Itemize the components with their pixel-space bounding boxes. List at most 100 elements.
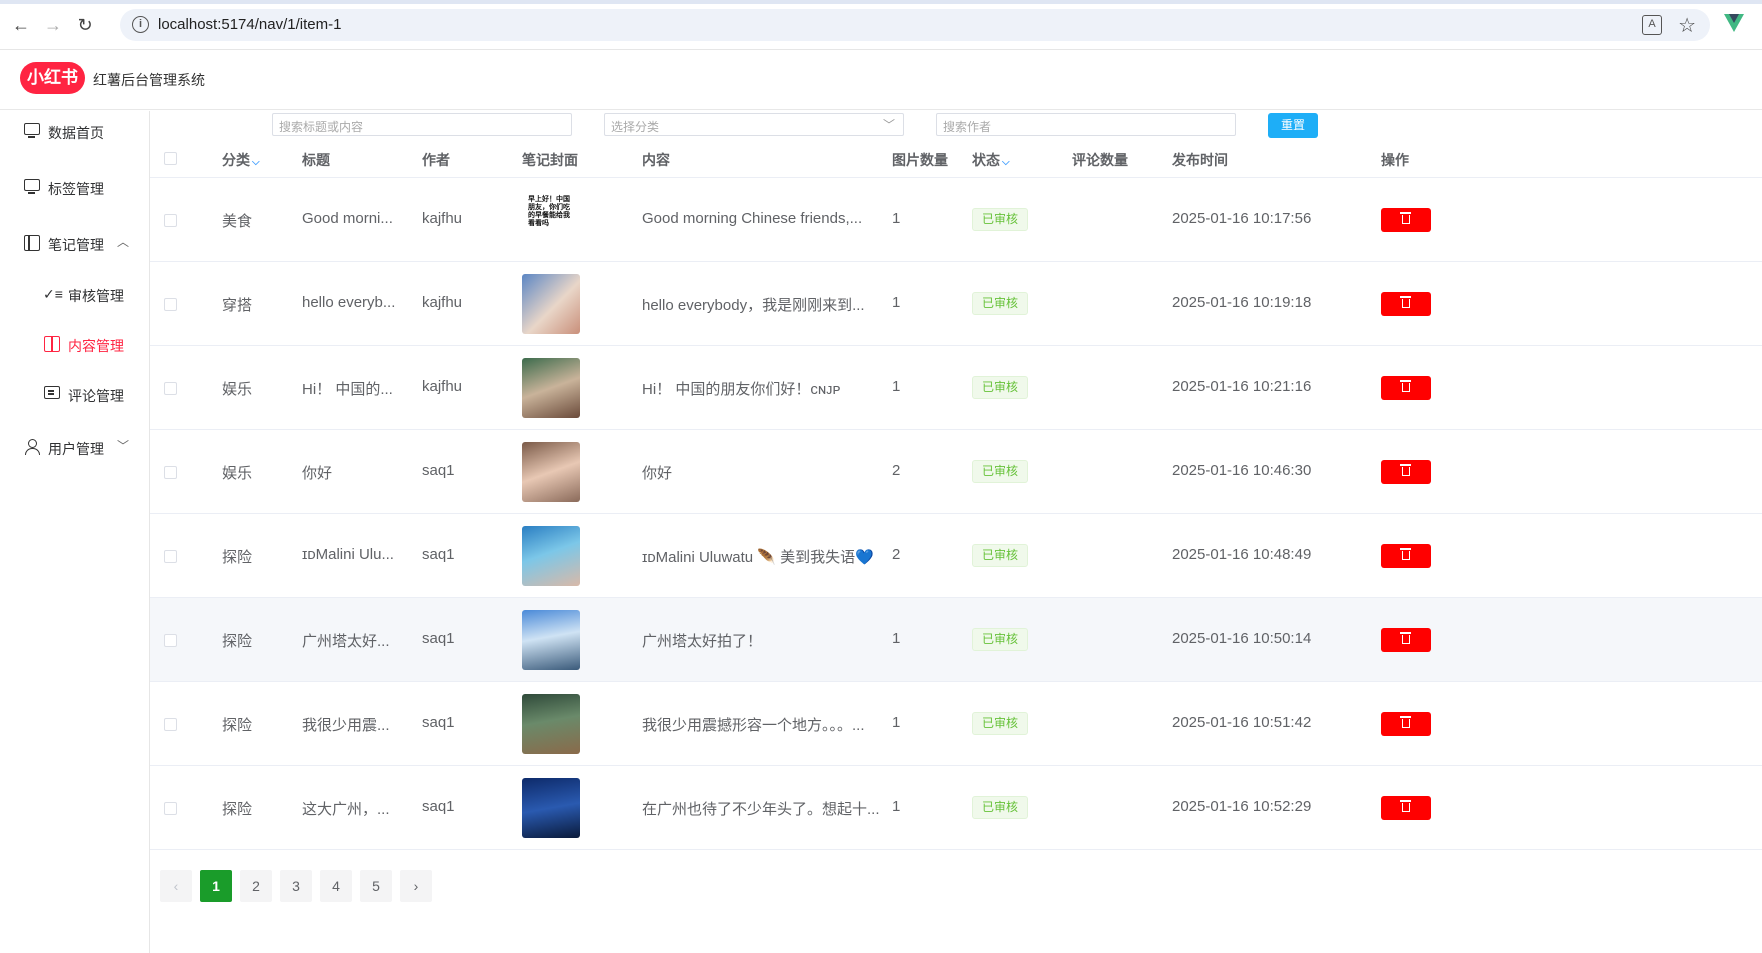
table-row[interactable]: 探险 这大广州，... saq1 在广州也待了不少年头了。想起十... 1 已审核 2025… xyxy=(150,766,1762,850)
table-row[interactable]: 娱乐 Hi！ 中国的... kajfhu Hi！ 中国的朋友你们好！ᴄɴᴊᴘ 1 已审核 2… xyxy=(150,346,1762,430)
note-cover-image[interactable] xyxy=(522,778,580,838)
row-checkbox[interactable] xyxy=(164,466,177,479)
status-badge: 已审核 xyxy=(972,376,1029,399)
category-select[interactable]: 选择分类 ﹀ xyxy=(604,113,904,136)
url-text[interactable]: localhost:5174/nav/1/item-1 xyxy=(158,16,341,33)
sidebar-item-label: 标签管理 xyxy=(48,181,104,197)
content-cell: 广州塔太好拍了！ xyxy=(642,633,763,650)
next-page-button[interactable]: › xyxy=(400,870,432,902)
status-badge: 已审核 xyxy=(972,544,1029,567)
category-cell: 探险 xyxy=(222,717,253,734)
trash-icon xyxy=(1400,800,1411,812)
row-checkbox[interactable] xyxy=(164,382,177,395)
sidebar-item-users[interactable]: 用户管理 ﹀ xyxy=(0,427,149,467)
prev-page-button[interactable]: ‹ xyxy=(160,870,192,902)
filter-chevron-icon[interactable]: ⌵ xyxy=(1002,157,1010,168)
sidebar-item-label: 审核管理 xyxy=(68,288,124,304)
note-cover-image[interactable] xyxy=(522,442,580,502)
row-checkbox[interactable] xyxy=(164,550,177,563)
note-cover-image[interactable] xyxy=(522,358,580,418)
delete-button[interactable] xyxy=(1381,208,1431,232)
column-header-category[interactable]: 分类 ⌵ xyxy=(222,150,260,170)
note-cover-image[interactable] xyxy=(522,526,580,586)
author-search-input[interactable]: 搜索作者 xyxy=(936,113,1236,136)
category-cell: 探险 xyxy=(222,549,253,566)
sidebar-item-review[interactable]: ✓≡ 审核管理 xyxy=(0,274,149,314)
table-row[interactable]: 娱乐 你好 saq1 你好 2 已审核 2025-01-16 10:46:30 xyxy=(150,430,1762,514)
column-header-status[interactable]: 状态 ⌵ xyxy=(972,150,1010,170)
reset-button[interactable]: 重置 xyxy=(1268,113,1318,138)
page-button[interactable]: 2 xyxy=(240,870,272,902)
delete-button[interactable] xyxy=(1381,292,1431,316)
select-all-checkbox[interactable] xyxy=(164,152,177,165)
reload-icon[interactable]: ↻ xyxy=(74,14,96,36)
filter-chevron-icon[interactable]: ⌵ xyxy=(252,157,260,168)
sidebar-item-content[interactable]: 内容管理 xyxy=(0,324,149,364)
address-bar[interactable]: i localhost:5174/nav/1/item-1 A ☆ xyxy=(120,9,1710,41)
monitor-icon xyxy=(24,123,40,138)
row-checkbox[interactable] xyxy=(164,718,177,731)
table-row[interactable]: 穿搭 hello everyb... kajfhu hello everybody，我… xyxy=(150,262,1762,346)
publish-time-cell: 2025-01-16 10:17:56 xyxy=(1172,210,1312,227)
browser-tab-strip xyxy=(0,0,1762,4)
title-cell: 这大广州，... xyxy=(302,801,390,818)
table-row[interactable]: 探险 ɪᴅMalini Ulu... saq1 ɪᴅMalini Uluwatu 🪶 … xyxy=(150,514,1762,598)
author-cell: kajfhu xyxy=(422,294,463,311)
delete-button[interactable] xyxy=(1381,376,1431,400)
bookmark-star-icon[interactable]: ☆ xyxy=(1678,13,1696,38)
table-row[interactable]: 探险 我很少用震... saq1 我很少用震撼形容一个地方。。。... 1 已审核 2025… xyxy=(150,682,1762,766)
sidebar-item-label: 笔记管理 xyxy=(48,237,104,253)
note-cover-image[interactable] xyxy=(522,274,580,334)
table-row[interactable]: 美食 Good morni... kajfhu 早上好！中国朋友，你们吃的早餐能给我看… xyxy=(150,178,1762,262)
sidebar-item-notes[interactable]: 笔记管理 ︿ xyxy=(0,223,149,263)
row-checkbox[interactable] xyxy=(164,298,177,311)
author-cell: kajfhu xyxy=(422,210,463,227)
forward-icon[interactable]: → xyxy=(42,14,64,36)
app-header: 小红书 红薯后台管理系统 xyxy=(0,50,1762,110)
note-cover-image[interactable] xyxy=(522,610,580,670)
image-count-cell: 1 xyxy=(892,798,901,815)
table-header: 分类 ⌵ 标题 作者 笔记封面 内容 图片数量 状态 ⌵ 评论数量 发布时间 操作 xyxy=(150,140,1762,178)
page-button[interactable]: 4 xyxy=(320,870,352,902)
page-button[interactable]: 5 xyxy=(360,870,392,902)
search-input[interactable]: 搜索标题或内容 xyxy=(272,113,572,136)
author-cell: kajfhu xyxy=(422,378,463,395)
author-cell: saq1 xyxy=(422,714,455,731)
row-checkbox[interactable] xyxy=(164,214,177,227)
sidebar-item-label: 用户管理 xyxy=(48,441,104,457)
category-select-placeholder: 选择分类 xyxy=(611,120,660,134)
vue-devtools-icon[interactable] xyxy=(1724,14,1744,32)
title-cell: Good morni... xyxy=(302,210,393,227)
trash-icon xyxy=(1400,296,1411,308)
note-cover-image[interactable] xyxy=(522,694,580,754)
author-cell: saq1 xyxy=(422,630,455,647)
note-cover-image[interactable]: 早上好！中国朋友，你们吃的早餐能给我看看吗 xyxy=(522,190,580,250)
site-info-icon[interactable]: i xyxy=(132,16,149,33)
column-header-publish-time: 发布时间 xyxy=(1172,152,1228,168)
sidebar-item-dashboard[interactable]: 数据首页 xyxy=(0,111,149,151)
row-checkbox[interactable] xyxy=(164,802,177,815)
page-button[interactable]: 3 xyxy=(280,870,312,902)
table-body: 美食 Good morni... kajfhu 早上好！中国朋友，你们吃的早餐能给我看… xyxy=(150,178,1762,850)
row-checkbox[interactable] xyxy=(164,634,177,647)
trash-icon xyxy=(1400,548,1411,560)
status-badge: 已审核 xyxy=(972,460,1029,483)
translate-icon[interactable]: A xyxy=(1642,15,1662,35)
title-cell: 广州塔太好... xyxy=(302,633,390,650)
category-cell: 美食 xyxy=(222,213,253,230)
delete-button[interactable] xyxy=(1381,712,1431,736)
status-badge: 已审核 xyxy=(972,208,1029,231)
sidebar-item-comments[interactable]: 评论管理 xyxy=(0,374,149,414)
delete-button[interactable] xyxy=(1381,460,1431,484)
back-icon[interactable]: ← xyxy=(10,14,32,36)
table-row[interactable]: 探险 广州塔太好... saq1 广州塔太好拍了！ 1 已审核 2025-01-16 10:… xyxy=(150,598,1762,682)
content-cell: 你好 xyxy=(642,465,673,482)
page-button[interactable]: 1 xyxy=(200,870,232,902)
user-icon xyxy=(24,439,40,455)
delete-button[interactable] xyxy=(1381,628,1431,652)
logo[interactable]: 小红书 xyxy=(20,62,85,94)
delete-button[interactable] xyxy=(1381,544,1431,568)
sidebar-item-tags[interactable]: 标签管理 xyxy=(0,167,149,207)
delete-button[interactable] xyxy=(1381,796,1431,820)
cover-text: 早上好！中国朋友，你们吃的早餐能给我看看吗 xyxy=(528,196,570,227)
